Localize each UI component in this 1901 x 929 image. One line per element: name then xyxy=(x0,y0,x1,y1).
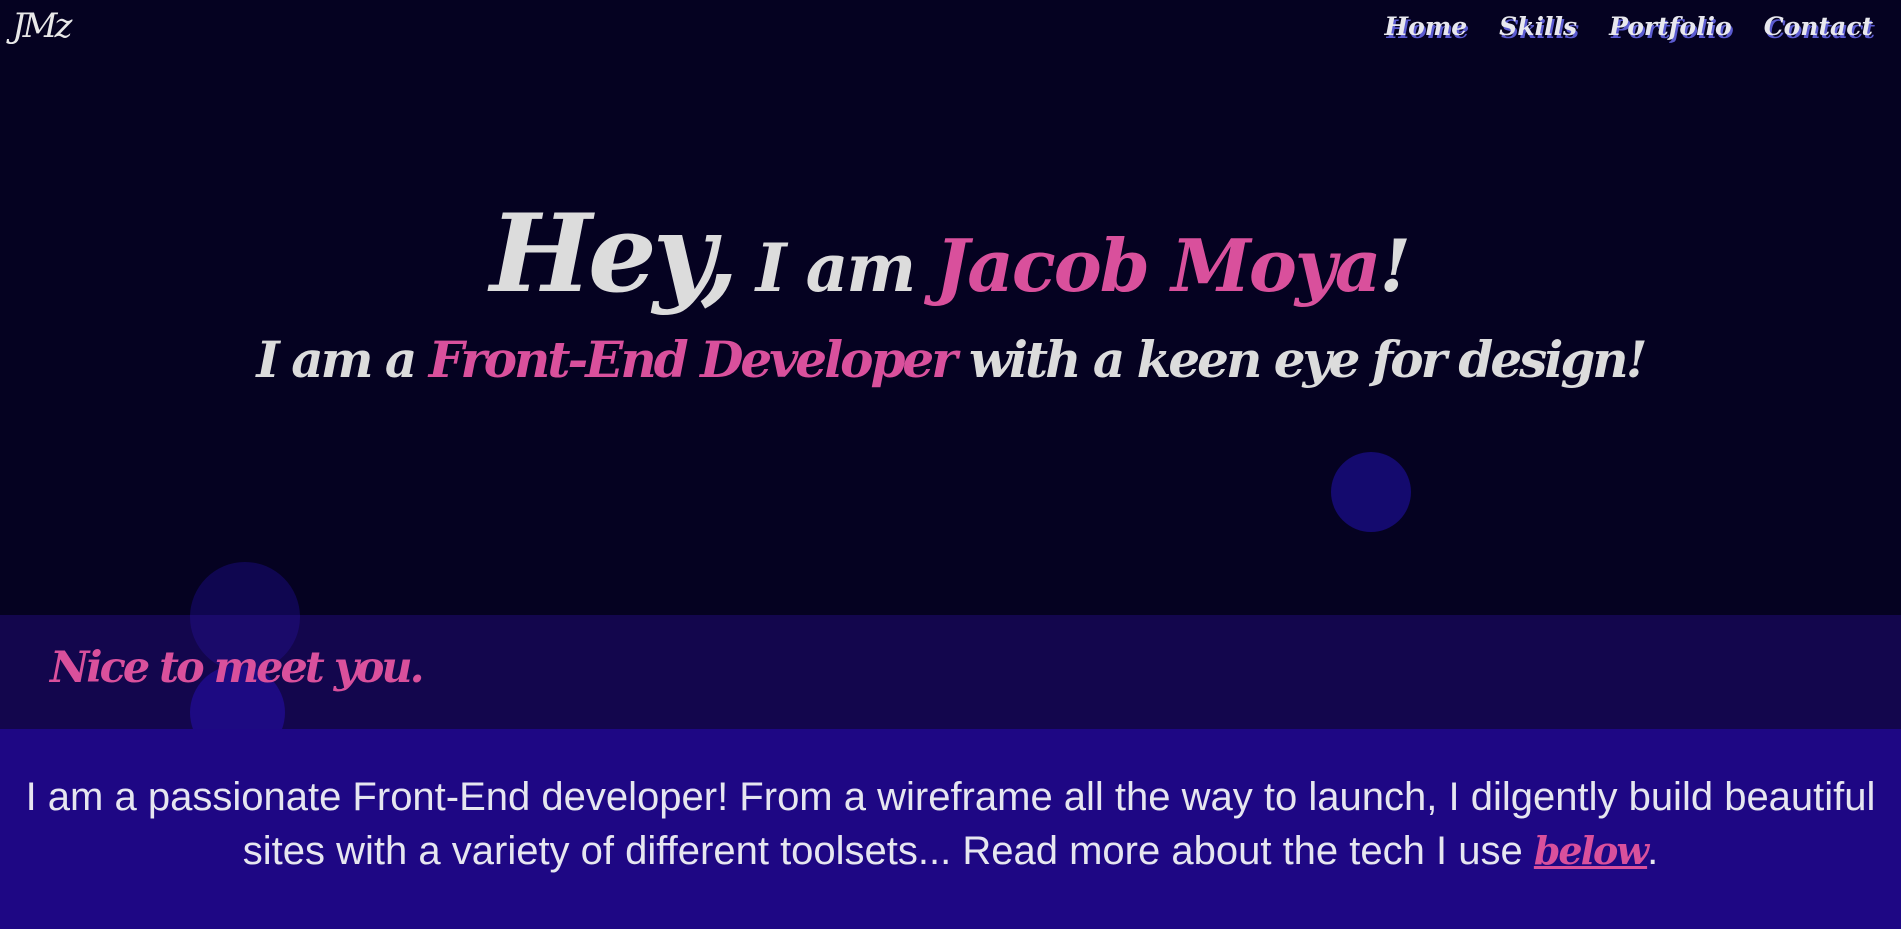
hero-section: JMz Home Skills Portfolio Contact Hey, I… xyxy=(0,0,1901,615)
decorative-bubble xyxy=(190,562,300,615)
about-paragraph: I am a passionate Front-End developer! F… xyxy=(20,771,1881,878)
hero-text: Hey, I am Jacob Moya! I am a Front-End D… xyxy=(0,200,1901,389)
hero-name: Jacob Moya xyxy=(935,223,1381,308)
subheading-role: Front-End Developer xyxy=(428,330,958,389)
greeting-heading: Nice to meet you. xyxy=(50,643,425,693)
hero-iam: I am xyxy=(734,229,936,307)
hero-hey: Hey, xyxy=(490,191,739,317)
nav-contact-link[interactable]: Contact xyxy=(1764,12,1873,41)
about-end: . xyxy=(1647,829,1659,873)
greeting-band: Nice to meet you. xyxy=(0,615,1901,729)
signature-logo[interactable]: JMz xyxy=(12,6,72,46)
hero-subheading: I am a Front-End Developer with a keen e… xyxy=(0,330,1901,389)
nav-skills-link[interactable]: Skills xyxy=(1499,12,1577,41)
hero-exclamation: ! xyxy=(1379,223,1411,308)
nav-portfolio-link[interactable]: Portfolio xyxy=(1609,12,1732,41)
below-link[interactable]: below xyxy=(1534,828,1649,873)
hero-heading: Hey, I am Jacob Moya! xyxy=(0,200,1901,308)
subheading-suffix: with a keen eye for design! xyxy=(954,330,1648,389)
main-nav: Home Skills Portfolio Contact xyxy=(1385,12,1874,41)
subheading-prefix: I am a xyxy=(256,330,429,389)
nav-home-link[interactable]: Home xyxy=(1385,12,1468,41)
decorative-bubble xyxy=(1331,452,1411,532)
about-section: I am a passionate Front-End developer! F… xyxy=(0,729,1901,929)
